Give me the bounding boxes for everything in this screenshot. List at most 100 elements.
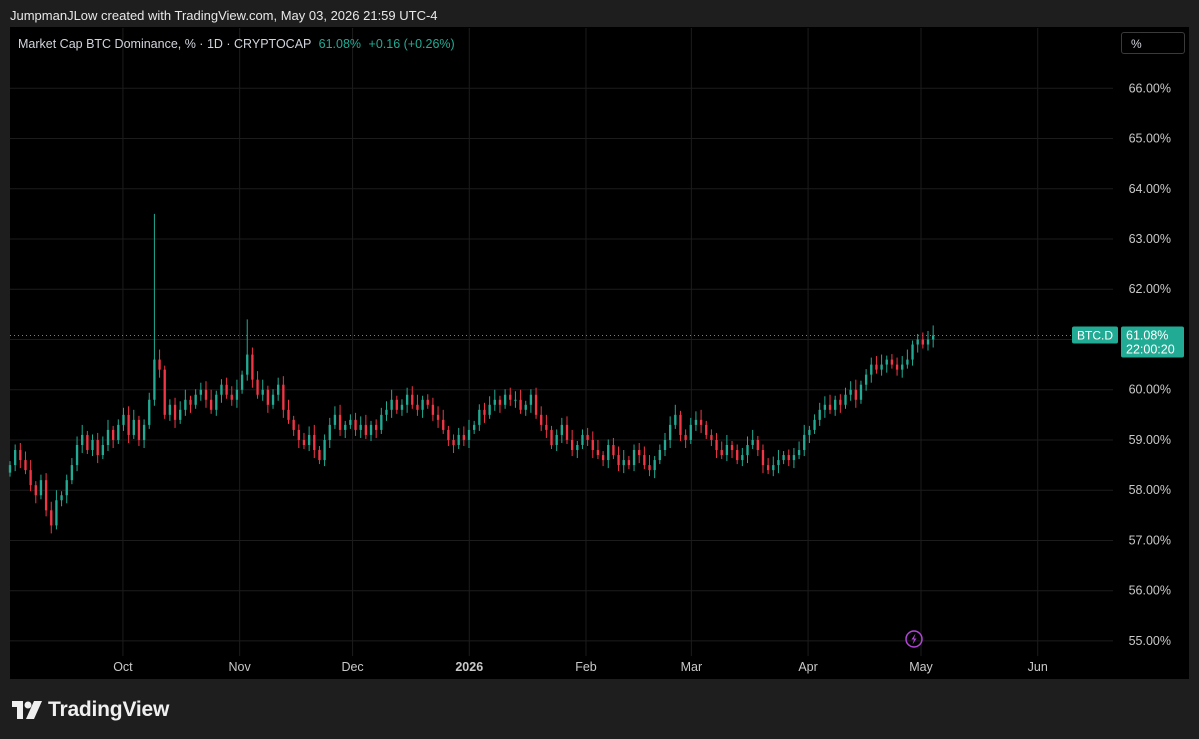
candle-body (653, 460, 656, 471)
candle-body (632, 450, 636, 466)
candle-body (689, 424, 692, 440)
x-tick-label: Apr (798, 660, 817, 674)
candle-body (643, 455, 646, 466)
candle-body (638, 450, 641, 456)
candle-body (132, 419, 135, 435)
candle-body (715, 439, 718, 451)
candle-body (498, 399, 502, 405)
x-tick-label: Jun (1028, 660, 1048, 674)
y-tick-label: 59.00% (1129, 433, 1171, 447)
candle-body (359, 424, 362, 430)
tradingview-logo-icon (12, 701, 42, 719)
candle-body (560, 424, 564, 435)
candle-body (168, 404, 172, 415)
y-tick-label: 65.00% (1129, 132, 1171, 146)
candle-body (607, 444, 610, 461)
candle-body (215, 394, 218, 410)
candlestick-chart[interactable]: 55.00% 56.00% 57.00% 58.00% 59.00% 60.00% 61.0… (0, 0, 1199, 739)
candle-body (524, 404, 527, 410)
candle-body (932, 335, 935, 340)
unit-selector[interactable]: % (1121, 32, 1185, 54)
candle-body (442, 419, 445, 430)
candle-body (813, 419, 816, 430)
y-tick-label: 57.00% (1129, 533, 1171, 547)
y-tick-label: 58.00% (1129, 483, 1171, 497)
candle-body (803, 434, 806, 451)
candle-body (277, 384, 280, 395)
candle-body (710, 434, 713, 440)
candle-body (844, 394, 847, 405)
candle-body (34, 485, 37, 496)
candle-body (148, 399, 151, 425)
x-tick-label: May (909, 660, 933, 674)
candle-body (127, 414, 130, 435)
candle-body (648, 465, 651, 471)
candle-body (612, 444, 615, 456)
candle-body (86, 434, 89, 451)
candle-body (503, 394, 507, 405)
candle-body (493, 399, 496, 405)
candle-body (416, 404, 419, 410)
legend-value: 61.08% (318, 37, 362, 51)
candle-body (921, 339, 925, 345)
candle-body (75, 444, 79, 466)
candle-body (199, 389, 202, 395)
candle-body (70, 465, 74, 481)
candle-body (395, 399, 398, 410)
candle-body (405, 394, 409, 405)
tradingview-wordmark: TradingView (48, 698, 170, 721)
candle-body (287, 409, 290, 420)
x-tick-label: Dec (341, 660, 363, 674)
candle-body (617, 455, 620, 466)
symbol-tag-label: BTC.D (1077, 328, 1113, 342)
candle-body (787, 455, 790, 461)
candle-body (828, 404, 832, 410)
candle-body (13, 450, 17, 466)
candle-body (436, 414, 440, 420)
candle-body (101, 444, 104, 456)
candle-body (29, 470, 32, 486)
candle-body (452, 439, 455, 445)
candle-body (137, 419, 141, 440)
candle-body (230, 394, 233, 400)
candle-body (890, 359, 894, 365)
candle-body (529, 394, 533, 405)
candle-body (8, 465, 12, 473)
candle-body (699, 419, 703, 425)
candle-body (60, 495, 63, 501)
candle-body (679, 414, 682, 435)
candle-body (313, 434, 316, 451)
y-tick-label: 64.00% (1129, 182, 1171, 196)
candle-body (663, 439, 667, 451)
price-tag-countdown: 22:00:20 (1126, 342, 1175, 356)
candle-body (163, 369, 166, 415)
candle-body (596, 450, 600, 456)
candle-body (864, 374, 868, 385)
candle-body (705, 424, 708, 435)
unit-label: % (1131, 37, 1142, 51)
candle-body (488, 404, 491, 415)
candle-body (880, 364, 883, 370)
candle-body (540, 414, 543, 425)
candle-body (209, 399, 213, 410)
candle-body (627, 460, 631, 466)
y-tick-label: 66.00% (1129, 81, 1171, 95)
candle-body (457, 434, 460, 445)
tradingview-logo[interactable]: TradingView (12, 698, 169, 722)
candle-body (271, 394, 275, 405)
candle-body (266, 389, 270, 405)
candle-body (261, 389, 264, 395)
candle-body (916, 339, 919, 345)
candle-body (534, 394, 538, 415)
price-tag-value: 61.08% (1126, 328, 1168, 342)
candle-body (472, 424, 476, 430)
candle-body (782, 455, 785, 461)
candle-body (797, 450, 801, 456)
candle-body (823, 404, 827, 410)
candle-body (349, 419, 352, 425)
y-tick-label: 63.00% (1129, 232, 1171, 246)
candle-body (668, 424, 672, 440)
legend-change: +0.16 (+0.26%) (368, 37, 455, 51)
candle-body (251, 354, 254, 380)
candle-body (369, 424, 373, 435)
